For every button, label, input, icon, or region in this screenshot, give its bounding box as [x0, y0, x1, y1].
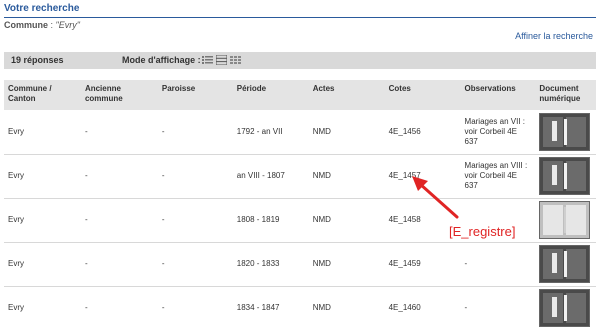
col-header-cotes: Cotes: [384, 80, 461, 110]
cell-periode: 1808 - 1819: [232, 198, 309, 243]
cell-commune: Evry: [4, 198, 81, 243]
cell-periode: 1834 - 1847: [236, 303, 280, 313]
cell-document: [535, 198, 596, 243]
list-detail-icon[interactable]: [202, 55, 213, 65]
commune-value: "Evry": [55, 20, 80, 30]
cell-cote: 4E_1457: [384, 154, 461, 199]
cell-actes: NMD: [308, 242, 385, 287]
cell-document: [535, 286, 596, 330]
table-row[interactable]: Evry - - an VIII - 1807 NMD 4E_1457 Mari…: [4, 154, 596, 199]
cell-commune: Evry: [4, 154, 81, 199]
table-row[interactable]: Evry - - 1834 - 1847 NMD 4E_1460 -: [4, 286, 596, 330]
cell-periode: an VIII - 1807: [232, 154, 309, 199]
cell-ancienne: -: [80, 110, 158, 155]
cell-actes: NMD: [308, 154, 385, 199]
results-table: Commune / Canton Ancienne commune Parois…: [4, 80, 596, 330]
col-header-document: Document numérique: [535, 80, 596, 110]
cell-ancienne: -: [80, 242, 158, 287]
cell-paroisse: -: [157, 110, 233, 155]
cell-document: [535, 242, 596, 287]
cell-actes: NMD: [308, 198, 385, 243]
document-thumbnail[interactable]: [539, 245, 591, 283]
col-header-observations: Observations: [460, 80, 536, 110]
cell-observations: Mariages an VIII : voir Corbeil 4E 637: [460, 154, 536, 199]
list-icon[interactable]: [216, 55, 227, 65]
annotation-label: [E_registre]: [449, 224, 516, 239]
table-header-row: Commune / Canton Ancienne commune Parois…: [4, 80, 596, 110]
col-header-commune: Commune / Canton: [4, 80, 81, 110]
commune-separator: :: [48, 20, 56, 30]
cell-periode: 1792 - an VII: [232, 110, 309, 155]
document-thumbnail[interactable]: [539, 289, 591, 328]
cell-document: [535, 110, 596, 155]
search-criteria: Commune : "Evry": [4, 20, 80, 30]
cell-document: [535, 154, 596, 199]
cell-paroisse: -: [157, 154, 233, 199]
table-row[interactable]: Evry - - 1820 - 1833 NMD 4E_1459 -: [4, 242, 596, 287]
document-thumbnail[interactable]: [539, 157, 591, 195]
cell-ancienne: -: [80, 154, 158, 199]
cell-cote: 4E_1460: [388, 303, 421, 313]
results-count: 19 réponses: [11, 55, 64, 65]
search-header: Votre recherche: [4, 3, 596, 18]
results-bar: 19 réponses Mode d'affichage :: [4, 52, 596, 69]
display-mode-icons: [202, 55, 241, 65]
cell-commune: Evry: [4, 110, 81, 155]
display-mode-label: Mode d'affichage :: [122, 55, 201, 65]
cell-commune: Evry: [8, 303, 24, 313]
cell-paroisse: -: [161, 303, 165, 313]
cell-observations: Mariages an VII : voir Corbeil 4E 637: [460, 110, 536, 155]
page-title: Votre recherche: [4, 3, 596, 18]
document-thumbnail[interactable]: [539, 201, 591, 239]
document-thumbnail[interactable]: [539, 112, 591, 151]
refine-search-link[interactable]: Affiner la recherche: [515, 31, 593, 41]
col-header-paroisse: Paroisse: [157, 80, 233, 110]
cell-commune: Evry: [4, 242, 81, 287]
cell-actes: NMD: [312, 303, 331, 313]
grid-icon[interactable]: [230, 55, 241, 65]
cell-periode: 1820 - 1833: [232, 242, 309, 287]
cell-paroisse: -: [157, 198, 233, 243]
col-header-periode: Période: [232, 80, 309, 110]
cell-cote: 4E_1456: [384, 110, 461, 155]
cell-actes: NMD: [308, 110, 385, 155]
cell-paroisse: -: [157, 242, 233, 287]
col-header-actes: Actes: [308, 80, 385, 110]
col-header-ancienne: Ancienne commune: [80, 80, 158, 110]
cell-ancienne: -: [84, 303, 88, 313]
cell-ancienne: -: [80, 198, 158, 243]
cell-cote: 4E_1459: [384, 242, 461, 287]
table-row[interactable]: Evry - - 1792 - an VII NMD 4E_1456 Maria…: [4, 110, 596, 155]
commune-label: Commune: [4, 20, 49, 30]
cell-observations: -: [460, 242, 536, 287]
cell-observations: -: [464, 303, 468, 313]
